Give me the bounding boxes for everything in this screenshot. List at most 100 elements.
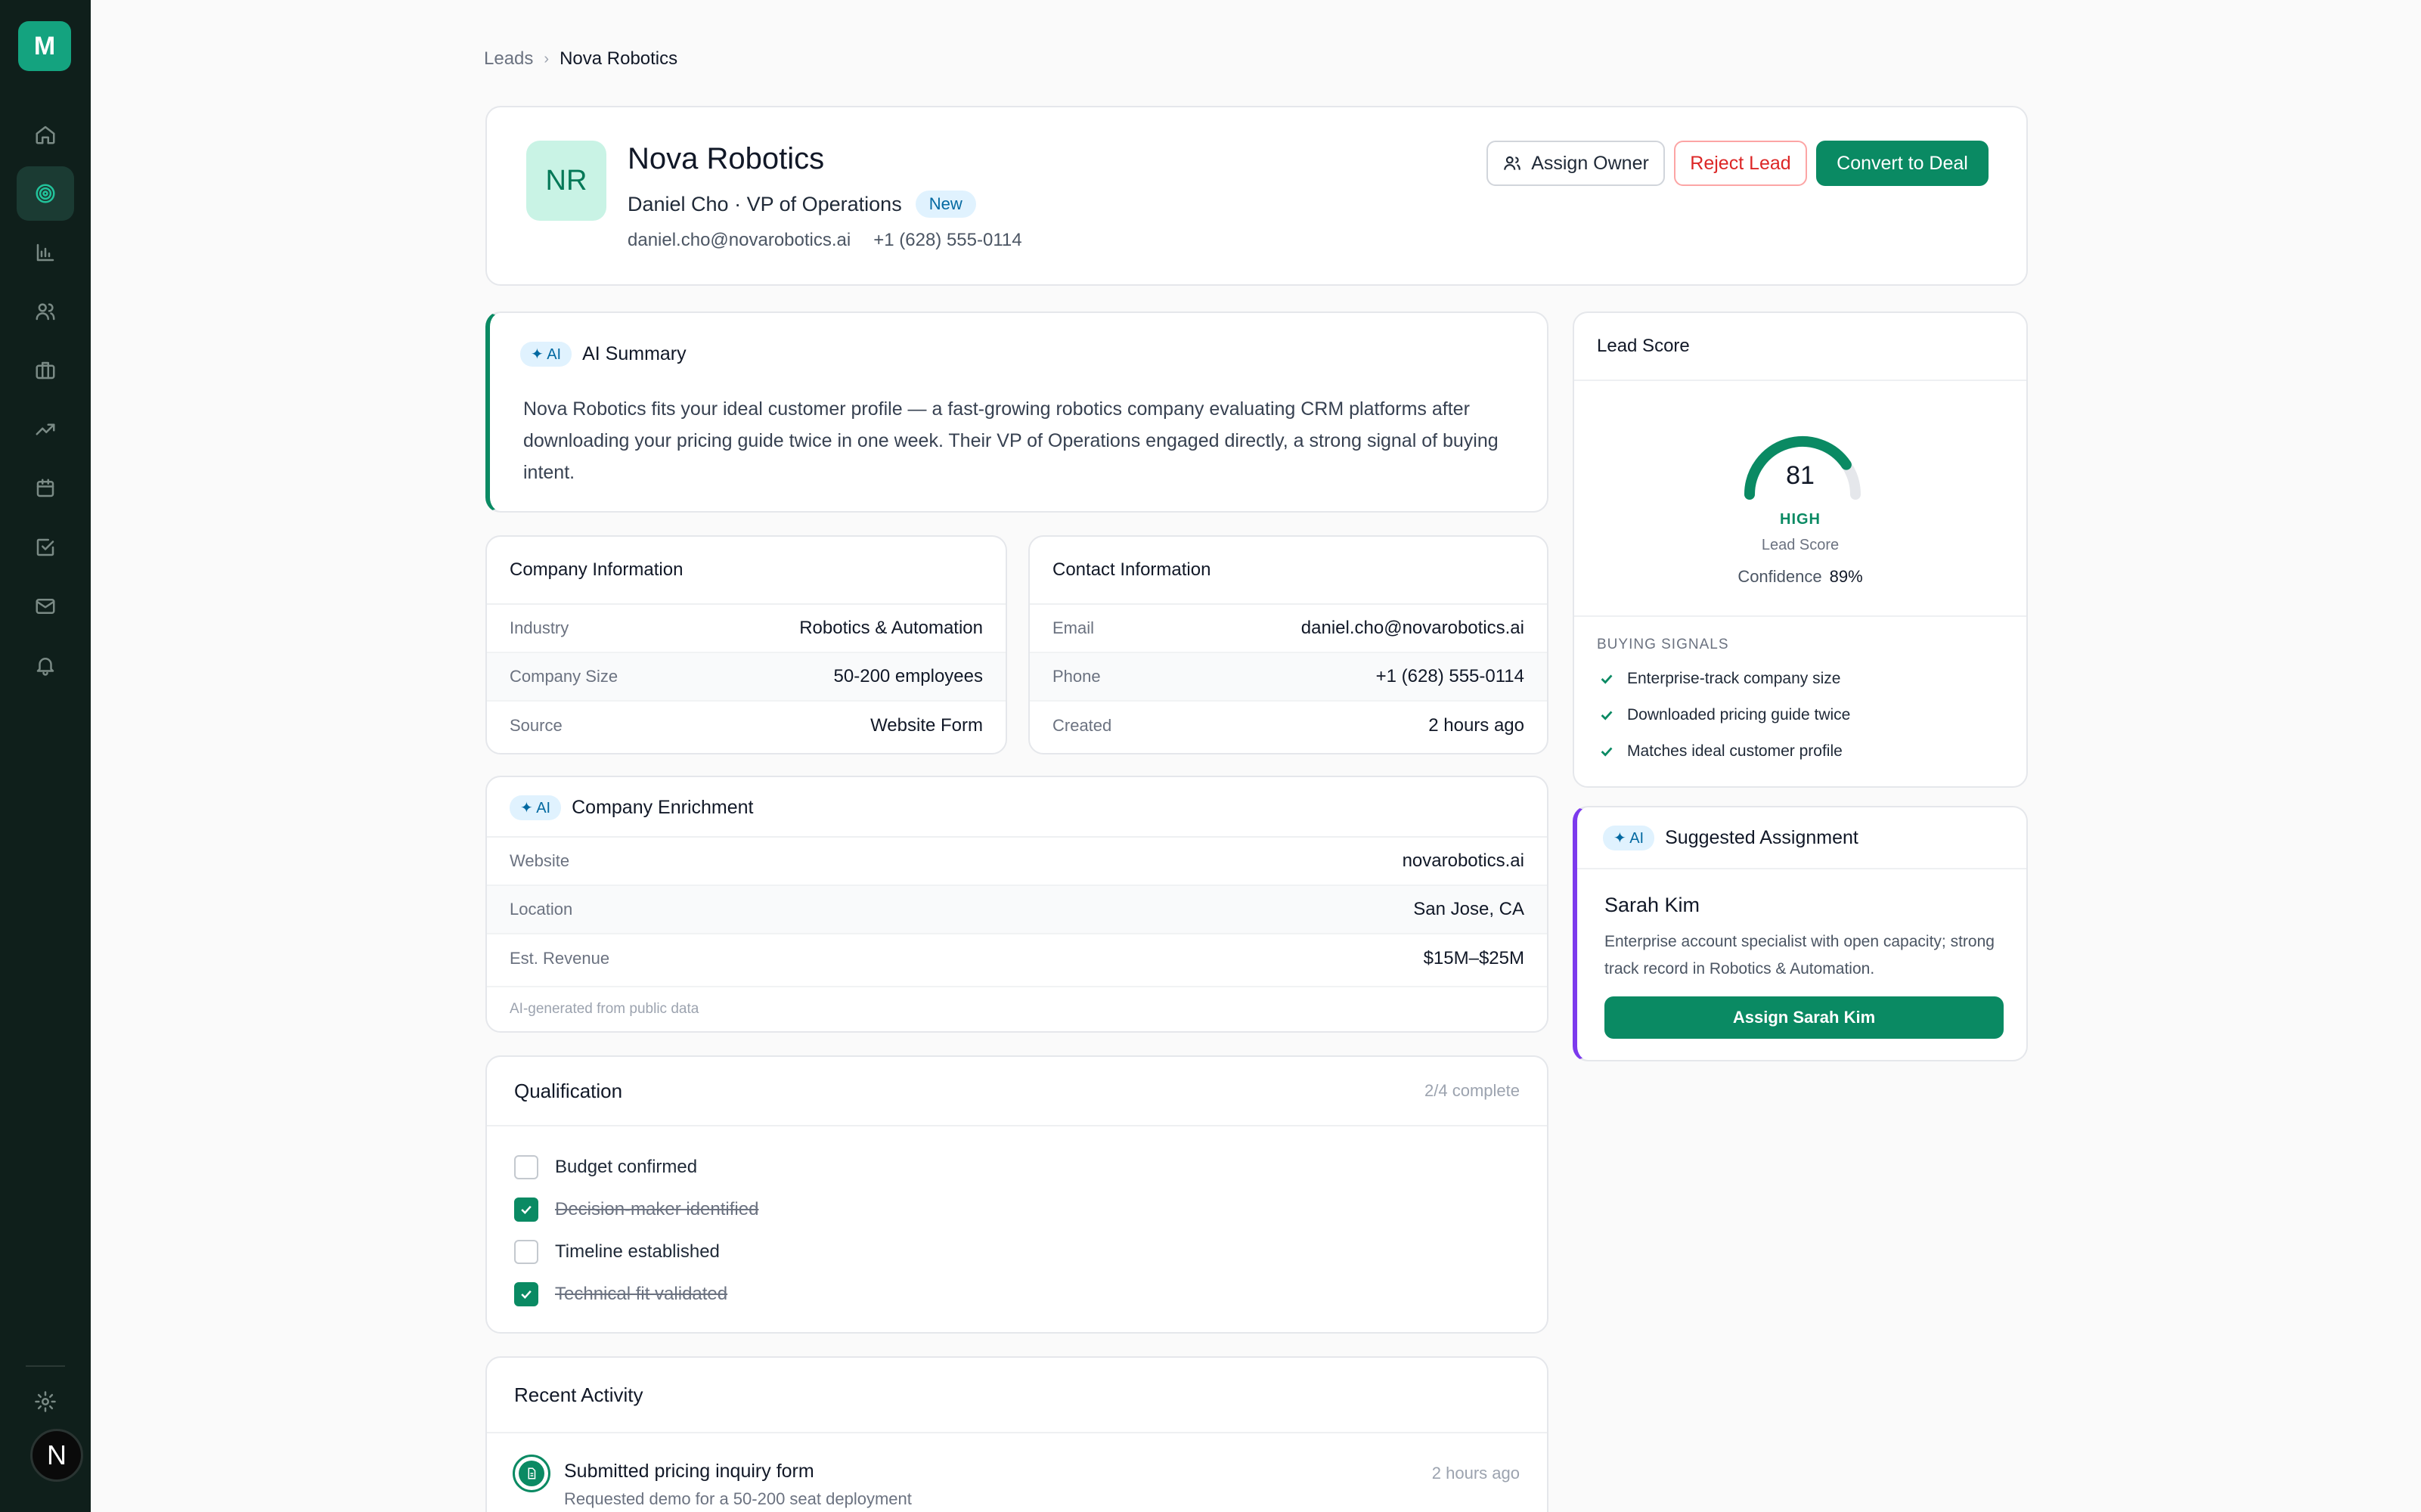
qualification-label: Decision-maker identified [555,1199,759,1219]
nav-home[interactable] [17,107,74,162]
nav-inbox[interactable] [17,579,74,634]
assign-button-label: Assign Sarah Kim [1732,1008,1876,1027]
activity-item-title[interactable]: Submitted pricing inquiry form [564,1461,814,1483]
ai-badge: ✦ AI [1603,826,1655,850]
contact-info-rows: Email daniel.cho@novarobotics.ai Phone +… [1030,603,1547,750]
reject-lead-button[interactable]: Reject Lead [1674,141,1807,186]
field-value: Website Form [870,715,983,736]
app-logo[interactable]: M [18,21,71,71]
qualification-label: Technical fit validated [555,1284,728,1304]
qualification-progress: 2/4 complete [1424,1081,1520,1100]
sidebar: M N [0,0,91,1512]
buying-signal-item: Matches ideal customer profile [1598,742,1843,761]
table-row: Est. Revenue $15M–$25M [487,934,1547,983]
qualification-item-timeline[interactable]: Timeline established [514,1240,720,1264]
field-value[interactable]: daniel.cho@novarobotics.ai [1301,618,1524,639]
convert-to-deal-button[interactable]: Convert to Deal [1816,141,1989,186]
lead-contact-title: Daniel Cho · VP of Operations [628,192,902,215]
nav-tasks[interactable] [17,520,74,575]
table-row: Email daniel.cho@novarobotics.ai [1030,605,1547,653]
activity-item-time: 2 hours ago [1431,1464,1520,1483]
checkbox-checked[interactable] [514,1198,538,1222]
company-info-card: Company Information Industry Robotics & … [485,535,1007,754]
nav-contacts[interactable] [17,284,74,339]
lead-score-card: Lead Score 81 HIGH Lead Score Confidence… [1573,311,2028,788]
ai-badge: ✦ AI [520,342,572,367]
lead-contact-line: Daniel Cho · VP of Operations New [628,191,976,218]
field-label: Website [510,851,570,870]
checkbox[interactable] [514,1240,538,1264]
checkbox[interactable] [514,1155,538,1179]
nav-deals[interactable] [17,343,74,398]
field-label: Phone [1052,667,1101,686]
nav-calendar[interactable] [17,461,74,516]
table-row: Created 2 hours ago [1030,702,1547,750]
confidence-value: 89% [1829,567,1863,586]
mail-icon [36,599,55,614]
lead-contact-details: daniel.cho@novarobotics.ai +1 (628) 555-… [628,230,1022,251]
field-value[interactable]: novarobotics.ai [1403,850,1524,872]
checkbox-checked[interactable] [514,1282,538,1306]
nav-leads[interactable] [17,166,74,221]
qualification-item-decision-maker[interactable]: Decision-maker identified [514,1198,758,1222]
qualification-item-technical-fit[interactable]: Technical fit validated [514,1282,727,1306]
ai-summary-card: ✦ AI AI Summary Nova Robotics fits your … [485,311,1548,513]
user-plus-icon [1504,156,1521,170]
field-label: Company Size [510,667,618,686]
field-label: Source [510,716,563,735]
suggested-owner-desc: Enterprise account specialist with open … [1604,933,1995,978]
field-label: Created [1052,716,1112,735]
lead-score-title: Lead Score [1597,336,1690,356]
table-row: Location San Jose, CA [487,886,1547,934]
target-icon [36,184,55,203]
buying-signal-item: Enterprise-track company size [1598,670,1840,688]
lead-phone[interactable]: +1 (628) 555-0114 [873,230,1021,251]
table-row: Source Website Form [487,702,1006,750]
qualification-item-budget[interactable]: Budget confirmed [514,1155,697,1179]
signal-label: Enterprise-track company size [1627,670,1841,687]
lead-score-level: HIGH [1780,511,1821,528]
trending-up-icon [36,423,55,435]
field-value[interactable]: +1 (628) 555-0114 [1376,666,1524,687]
home-icon [36,125,55,144]
qualification-label: Timeline established [555,1241,720,1262]
suggested-assignment-card: ✦ AI Suggested Assignment Sarah Kim Ente… [1573,806,2028,1061]
breadcrumb: Leads › Nova Robotics [484,48,677,70]
activity-header: Recent Activity [487,1358,1547,1433]
suggested-assignment-header: ✦ AI Suggested Assignment [1603,826,1858,850]
nav-settings[interactable] [17,1374,74,1429]
field-label: Location [510,900,573,919]
confidence-label: Confidence [1737,567,1822,586]
bar-chart-icon [36,243,54,262]
lead-avatar: NR [526,141,606,221]
breadcrumb-current: Nova Robotics [560,48,678,69]
document-icon [528,1467,536,1479]
nav-forecast[interactable] [17,402,74,457]
field-value: San Jose, CA [1413,899,1524,919]
nav-notifications[interactable] [17,638,74,692]
sidebar-divider [26,1365,65,1367]
calendar-icon [36,479,54,497]
status-badge: New [915,191,976,218]
assign-sarah-kim-button[interactable]: Assign Sarah Kim [1604,996,2004,1039]
breadcrumb-leads[interactable]: Leads [484,48,533,70]
convert-label: Convert to Deal [1837,152,1968,174]
field-value: 2 hours ago [1428,715,1524,736]
qualification-header: Qualification 2/4 complete [487,1057,1547,1126]
assign-owner-button[interactable]: Assign Owner [1486,141,1665,186]
contact-info-title: Contact Information [1052,559,1211,580]
field-label: Industry [510,618,569,637]
lead-email[interactable]: daniel.cho@novarobotics.ai [628,230,851,251]
qualification-title: Qualification [514,1079,623,1102]
divider [1574,615,2026,617]
field-value: 50-200 employees [833,666,983,686]
nav-reports[interactable] [17,225,74,280]
activity-item-desc: Requested demo for a 50-200 seat deploym… [564,1489,912,1508]
check-square-icon [36,538,54,556]
ai-summary-text: Nova Robotics fits your ideal customer p… [523,398,1499,483]
buying-signals-title: BUYING SIGNALS [1597,637,1729,652]
user-avatar[interactable]: N [30,1429,83,1482]
check-icon [521,1290,532,1299]
table-row: Company Size 50-200 employees [487,653,1006,702]
buying-signal-item: Downloaded pricing guide twice [1598,706,1850,724]
